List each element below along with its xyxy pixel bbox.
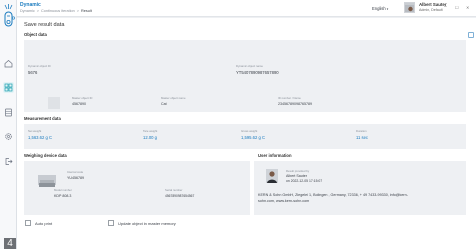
gross-weight-label: Gross weight [241, 129, 258, 133]
minimize-button[interactable]: – [444, 4, 447, 10]
page-title: Save result data [24, 22, 65, 28]
weighing-device-panel: Internal code YU456789 Model number KDP … [24, 161, 250, 215]
settings-icon[interactable] [3, 131, 14, 142]
internal-code-label: Internal code [67, 170, 84, 174]
tare-weight-label: Tare weight [143, 129, 158, 133]
object-id-label: Dynamic object ID [28, 64, 51, 68]
app-logo [2, 3, 16, 33]
sidebar: 4 [0, 0, 17, 249]
master-object-thumbnail [48, 97, 60, 109]
logout-icon[interactable] [3, 156, 14, 167]
id-number-label: ID number / Name [278, 96, 301, 100]
breadcrumb-item[interactable]: Continuous iteration [41, 9, 75, 13]
update-master-checkbox[interactable] [108, 220, 114, 226]
provided-by-date: on 2022-12-05 17:15:07 [286, 179, 323, 183]
id-number-value: 23456789098765789 [278, 102, 312, 106]
provided-by-label: Result provided by [286, 169, 310, 173]
close-button[interactable]: ✕ [466, 5, 469, 10]
breadcrumb-item[interactable]: Dynamic [20, 9, 35, 13]
internal-code-value: YU456789 [67, 176, 84, 180]
net-weight-value: 1,563.62 g C [28, 135, 52, 140]
app-title: Dynamic [20, 2, 41, 8]
serial-number-label: Serial number [165, 188, 183, 192]
chevron-down-icon: ▾ [386, 7, 389, 11]
breadcrumb: Dynamic > Continuous iteration > Result [20, 8, 92, 13]
master-name-label: Master object name [161, 96, 186, 100]
object-id-value: 5676 [28, 70, 38, 75]
net-weight-label: Net weight [28, 129, 42, 133]
main-content: Save result data Object data Dynamic obj… [17, 18, 476, 249]
update-master-label: Update object in master memory [118, 221, 176, 226]
auto-print-label: Auto print [35, 221, 53, 226]
measurement-data-panel: Net weight 1,563.62 g C Tare weight 12.0… [24, 124, 466, 149]
measurement-data-heading: Measurement data [24, 116, 61, 121]
maximize-button[interactable]: ☐ [455, 5, 459, 10]
user-avatar [266, 169, 278, 183]
breadcrumb-current: Result [81, 8, 92, 13]
edit-icon[interactable] [468, 32, 474, 38]
master-id-label: Master object ID [72, 96, 93, 100]
device-thumbnail [38, 175, 56, 187]
object-name-value: YT5407890987657890 [236, 70, 279, 75]
master-id-value: 4567890 [72, 102, 86, 106]
duration-label: Duration [356, 129, 367, 133]
tare-weight-value: 12.00 g [143, 135, 157, 140]
duration-value: 11 sec [356, 135, 369, 140]
company-address-line2: sohn.com, www.kern-sohn.com [258, 199, 310, 203]
gross-weight-value: 1,595.62 g C [241, 135, 265, 140]
object-name-label: Dynamic object name [236, 64, 263, 68]
auto-print-checkbox[interactable] [25, 220, 31, 226]
dashboard-icon[interactable] [3, 82, 14, 93]
user-role: Admin, Default [419, 8, 443, 12]
user-info-heading: User information [258, 153, 292, 158]
model-number-label: Model number [54, 188, 72, 192]
object-data-heading: Object data [24, 32, 47, 37]
object-data-panel: Dynamic object ID 5676 Dynamic object na… [24, 40, 466, 112]
database-icon[interactable] [3, 107, 14, 118]
avatar[interactable] [404, 2, 415, 13]
user-info-panel: Result provided by Albert Sauter on 2022… [254, 161, 466, 215]
provided-by-name: Albert Sauter [286, 174, 307, 178]
user-name: Albert Sauter [419, 2, 447, 7]
header: Dynamic Dynamic > Continuous iteration > Res… [17, 0, 476, 17]
language-select[interactable]: English▾ [372, 6, 388, 11]
home-icon[interactable] [3, 58, 14, 69]
step-number-badge: 4 [4, 238, 16, 249]
weighing-device-heading: Weighing device data [24, 153, 67, 158]
serial-number-value: 4567890987654567 [165, 194, 195, 198]
company-address-line1: KERN & Sohn GmbH, Ziegelei 1, Bolingen ,… [258, 193, 408, 197]
master-name-value: Cat [161, 102, 167, 106]
model-number-value: KDP 808.3 [54, 194, 72, 198]
